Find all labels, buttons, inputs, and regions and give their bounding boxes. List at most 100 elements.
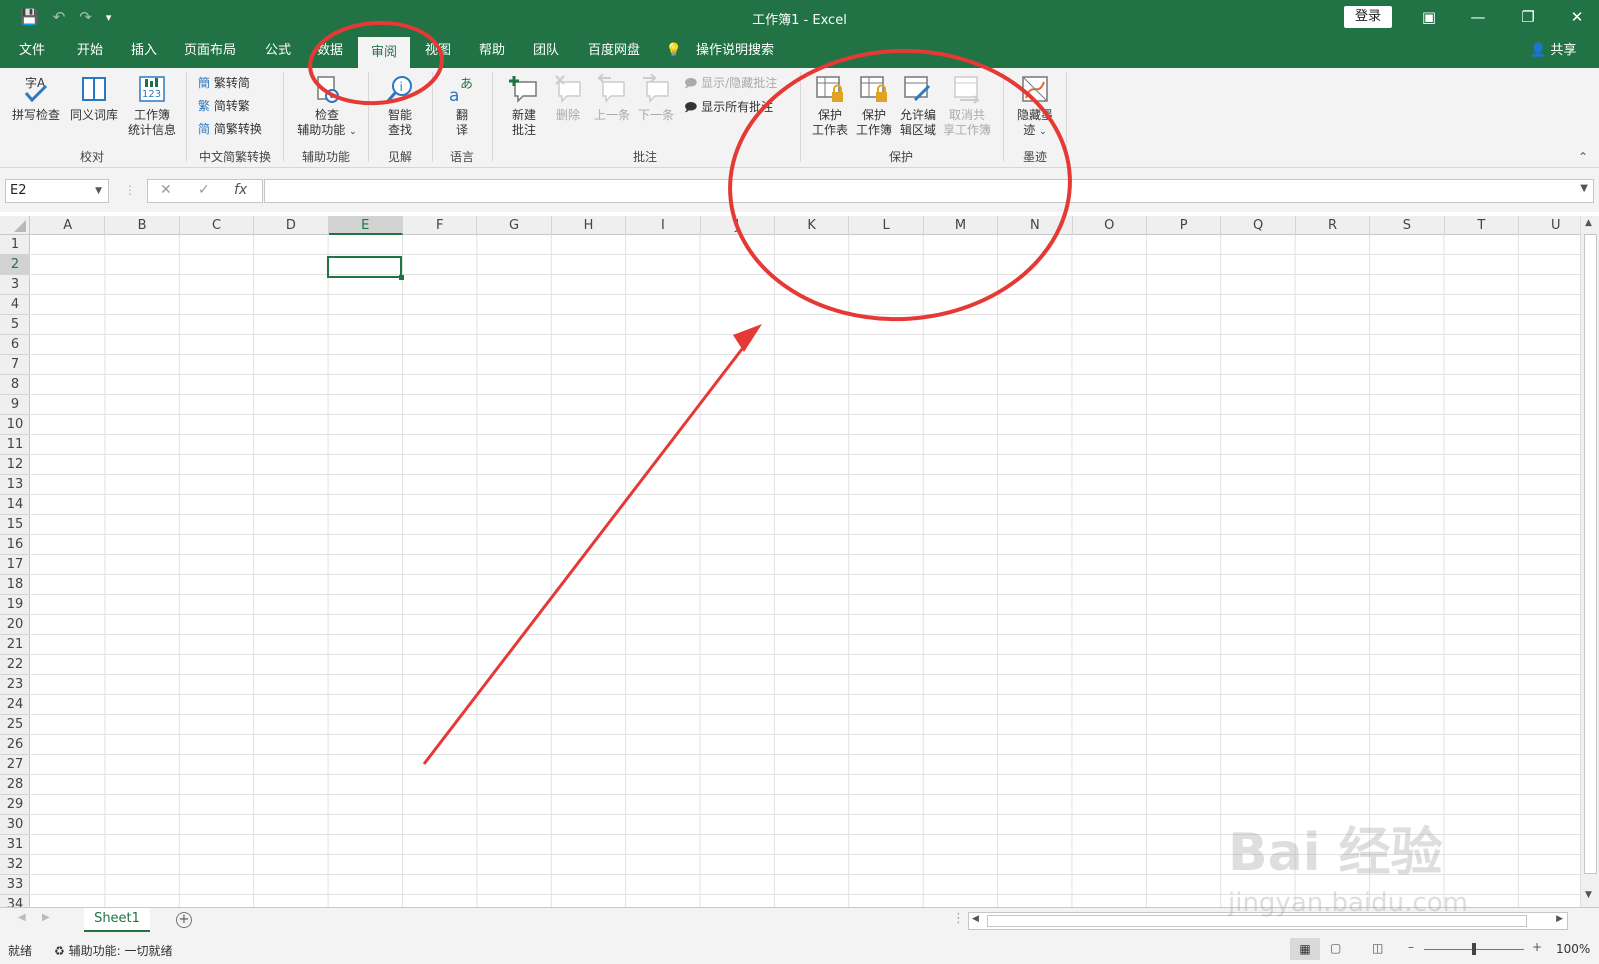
- row-header-6[interactable]: 6: [0, 335, 30, 355]
- row-header-13[interactable]: 13: [0, 475, 30, 495]
- tab-team[interactable]: 团队: [526, 34, 566, 68]
- tab-data[interactable]: 数据: [310, 34, 350, 68]
- row-header-30[interactable]: 30: [0, 815, 30, 835]
- column-header-k[interactable]: K: [775, 216, 850, 235]
- column-header-b[interactable]: B: [105, 216, 180, 235]
- column-header-q[interactable]: Q: [1221, 216, 1296, 235]
- unshare-workbook-button[interactable]: 取消共 享工作簿: [940, 74, 994, 138]
- zoom-slider-thumb[interactable]: [1472, 943, 1476, 955]
- page-break-view-icon[interactable]: ◫: [1372, 941, 1383, 955]
- row-header-23[interactable]: 23: [0, 675, 30, 695]
- delete-comment-button[interactable]: 删除: [548, 74, 588, 123]
- add-sheet-icon[interactable]: +: [176, 912, 192, 928]
- previous-comment-button[interactable]: 上一条: [590, 74, 634, 123]
- cancel-icon[interactable]: ✕: [160, 182, 172, 198]
- tell-me-search[interactable]: 操作说明搜索: [692, 34, 778, 68]
- column-header-m[interactable]: M: [924, 216, 999, 235]
- row-header-12[interactable]: 12: [0, 455, 30, 475]
- next-comment-button[interactable]: 下一条: [634, 74, 678, 123]
- allow-edit-ranges-button[interactable]: 允许编 辑区域: [896, 74, 940, 138]
- column-header-a[interactable]: A: [31, 216, 106, 235]
- row-header-14[interactable]: 14: [0, 495, 30, 515]
- workbook-statistics-button[interactable]: 123 工作簿 统计信息: [124, 74, 180, 138]
- scroll-left-icon[interactable]: ◀: [972, 914, 979, 924]
- login-button[interactable]: 登录: [1344, 6, 1392, 28]
- row-header-10[interactable]: 10: [0, 415, 30, 435]
- tab-review[interactable]: 审阅: [358, 37, 410, 68]
- row-header-22[interactable]: 22: [0, 655, 30, 675]
- tab-page-layout[interactable]: 页面布局: [180, 34, 240, 68]
- zoom-out-icon[interactable]: –: [1408, 940, 1414, 954]
- close-icon[interactable]: ✕: [1562, 6, 1592, 28]
- sheet-next-icon[interactable]: ▶: [42, 912, 50, 923]
- column-header-s[interactable]: S: [1370, 216, 1445, 235]
- tab-help[interactable]: 帮助: [472, 34, 512, 68]
- vertical-scroll-thumb[interactable]: [1584, 234, 1597, 874]
- row-header-19[interactable]: 19: [0, 595, 30, 615]
- column-header-g[interactable]: G: [477, 216, 552, 235]
- row-header-1[interactable]: 1: [0, 235, 30, 255]
- worksheet-grid[interactable]: ABCDEFGHIJKLMNOPQRSTU 1 2 3 4 5 6 7 8 9 10 11 12 13 1…: [0, 212, 1599, 907]
- tab-insert[interactable]: 插入: [124, 34, 164, 68]
- zoom-level[interactable]: 100%: [1556, 942, 1590, 956]
- column-header-e[interactable]: E: [328, 216, 403, 235]
- zoom-in-icon[interactable]: +: [1532, 940, 1542, 954]
- column-header-o[interactable]: O: [1073, 216, 1147, 235]
- tab-formulas[interactable]: 公式: [258, 34, 298, 68]
- column-header-r[interactable]: R: [1296, 216, 1371, 235]
- share-button[interactable]: 👤 共享: [1530, 34, 1576, 68]
- simplified-to-traditional-button[interactable]: 繁 简转繁: [198, 97, 250, 114]
- collapse-ribbon-icon[interactable]: ⌃: [1578, 150, 1588, 164]
- row-header-2[interactable]: 2: [0, 255, 30, 275]
- row-header-34[interactable]: 34: [0, 895, 30, 907]
- column-header-n[interactable]: N: [998, 216, 1073, 235]
- column-header-j[interactable]: J: [701, 216, 775, 235]
- vertical-scrollbar[interactable]: ▲ ▼: [1580, 216, 1599, 907]
- row-header-18[interactable]: 18: [0, 575, 30, 595]
- column-header-p[interactable]: P: [1147, 216, 1222, 235]
- sheet-tab-sheet1[interactable]: Sheet1: [84, 908, 150, 932]
- protect-sheet-button[interactable]: 保护 工作表: [808, 74, 852, 138]
- protect-workbook-button[interactable]: 保护 工作簿: [852, 74, 896, 138]
- row-header-3[interactable]: 3: [0, 275, 30, 295]
- column-header-c[interactable]: C: [180, 216, 255, 235]
- tab-home[interactable]: 开始: [70, 34, 110, 68]
- row-header-16[interactable]: 16: [0, 535, 30, 555]
- insert-function-icon[interactable]: fx: [234, 182, 247, 198]
- row-header-8[interactable]: 8: [0, 375, 30, 395]
- show-all-comments-button[interactable]: 🗩 显示所有批注: [684, 98, 773, 119]
- tab-file[interactable]: 文件: [12, 34, 52, 68]
- chinese-convert-button[interactable]: 简 简繁转换: [198, 120, 262, 137]
- scroll-right-icon[interactable]: ▶: [1556, 914, 1563, 924]
- name-box[interactable]: E2 ▼: [5, 179, 109, 203]
- row-header-11[interactable]: 11: [0, 435, 30, 455]
- show-hide-comment-button[interactable]: 🗩 显示/隐藏批注: [684, 74, 777, 95]
- split-grip-icon[interactable]: ⋮: [952, 911, 965, 926]
- ribbon-display-icon[interactable]: ▣: [1414, 6, 1444, 28]
- row-header-31[interactable]: 31: [0, 835, 30, 855]
- row-header-5[interactable]: 5: [0, 315, 30, 335]
- row-header-27[interactable]: 27: [0, 755, 30, 775]
- thesaurus-button[interactable]: 同义词库: [66, 74, 122, 123]
- formula-input[interactable]: ▼: [264, 179, 1594, 203]
- row-header-29[interactable]: 29: [0, 795, 30, 815]
- row-header-33[interactable]: 33: [0, 875, 30, 895]
- row-header-20[interactable]: 20: [0, 615, 30, 635]
- accessibility-status[interactable]: ♻ 辅助功能: 一切就绪: [54, 942, 172, 959]
- row-header-28[interactable]: 28: [0, 775, 30, 795]
- row-header-4[interactable]: 4: [0, 295, 30, 315]
- traditional-to-simplified-button[interactable]: 簡 繁转简: [198, 74, 250, 91]
- row-header-24[interactable]: 24: [0, 695, 30, 715]
- normal-view-icon[interactable]: ▦: [1290, 938, 1320, 960]
- active-cell[interactable]: [327, 256, 404, 280]
- row-header-15[interactable]: 15: [0, 515, 30, 535]
- page-layout-view-icon[interactable]: ▢: [1330, 941, 1341, 955]
- row-header-9[interactable]: 9: [0, 395, 30, 415]
- row-header-25[interactable]: 25: [0, 715, 30, 735]
- new-comment-button[interactable]: 新建 批注: [500, 74, 548, 138]
- hide-ink-button[interactable]: 隐藏墨 迹 ⌄: [1010, 74, 1060, 140]
- translate-button[interactable]: aあ 翻 译: [440, 74, 484, 138]
- enter-icon[interactable]: ✓: [198, 182, 210, 198]
- expand-formula-icon[interactable]: ▼: [1580, 183, 1588, 194]
- tab-view[interactable]: 视图: [418, 34, 458, 68]
